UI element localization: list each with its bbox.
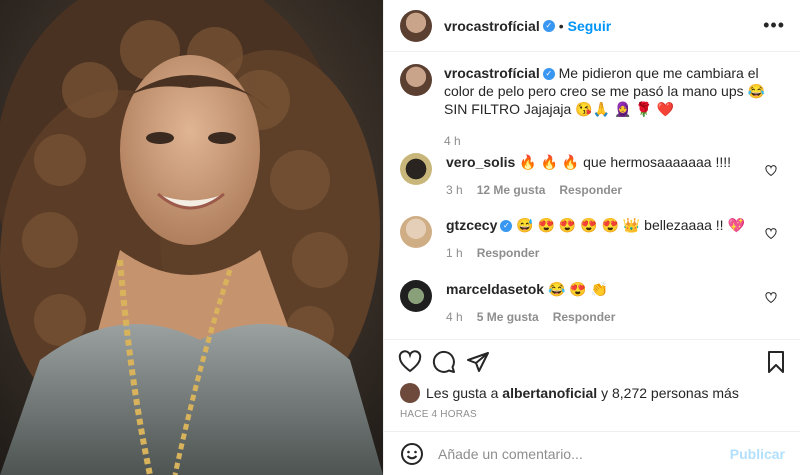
comment-body: vero_solis 🔥 🔥 🔥 que hermosaaaaaaa !!!! … bbox=[446, 153, 766, 197]
comment-time[interactable]: 4 h bbox=[446, 310, 463, 324]
comment-item: vero_solis 🔥 🔥 🔥 que hermosaaaaaaa !!!! … bbox=[400, 153, 785, 197]
add-comment-bar: Publicar bbox=[384, 431, 800, 475]
caption-body: vrocastrofícial ✓ Me pidieron que me camb… bbox=[444, 64, 784, 150]
heart-icon[interactable] bbox=[765, 165, 777, 177]
comment-avatar[interactable] bbox=[400, 216, 432, 248]
instagram-post-modal: vrocastrofícial ✓ • Seguir ••• vrocastro… bbox=[0, 0, 800, 475]
verified-icon: ✓ bbox=[542, 19, 555, 32]
follow-button[interactable]: Seguir bbox=[568, 18, 612, 34]
reply-button[interactable]: Responder bbox=[559, 183, 622, 197]
likes-summary: Les gusta a albertanoficial y 8,272 pers… bbox=[400, 383, 739, 403]
comment-text: 😅 😍 😍 😍 😍 👑 bellezaaaa !! 💖 bbox=[516, 217, 745, 233]
verified-icon: ✓ bbox=[542, 68, 555, 81]
comment-username[interactable]: vero_solis bbox=[446, 154, 515, 170]
heart-icon[interactable] bbox=[765, 292, 777, 304]
author-username[interactable]: vrocastrofícial bbox=[444, 18, 540, 34]
likes-prefix: Les gusta a bbox=[426, 385, 499, 401]
comment-text: 😂 😍 👏 bbox=[547, 281, 609, 297]
reply-button[interactable]: Responder bbox=[553, 310, 616, 324]
liker-username[interactable]: albertanoficial bbox=[502, 385, 597, 401]
comment-body: marceldasetok 😂 😍 👏 4 h 5 Me gusta Respo… bbox=[446, 280, 766, 324]
comment-avatar[interactable] bbox=[400, 153, 432, 185]
comment-username[interactable]: marceldasetok bbox=[446, 281, 544, 297]
like-heart-icon[interactable] bbox=[398, 350, 422, 374]
post-photo[interactable] bbox=[0, 0, 383, 475]
emoji-icon[interactable] bbox=[400, 442, 424, 466]
post-time-ago[interactable]: HACE 4 HORAS bbox=[400, 409, 477, 420]
comment-username[interactable]: gtzcecy bbox=[446, 217, 497, 233]
comment-likes[interactable]: 12 Me gusta bbox=[477, 183, 546, 197]
share-icon[interactable] bbox=[466, 350, 490, 374]
comment-item: gtzcecy ✓ 😅 😍 😍 😍 😍 👑 bellezaaaa !! 💖 1 h… bbox=[400, 216, 785, 260]
comment-text: 🔥 🔥 🔥 que hermosaaaaaaa !!!! bbox=[519, 154, 732, 170]
caption-time[interactable]: 4 h bbox=[444, 132, 784, 150]
bookmark-icon[interactable] bbox=[764, 350, 788, 374]
portrait-image bbox=[0, 0, 383, 475]
post-actions bbox=[384, 339, 800, 383]
comment-input[interactable] bbox=[438, 445, 730, 462]
verified-icon: ✓ bbox=[500, 220, 513, 233]
caption: vrocastrofícial ✓ Me pidieron que me camb… bbox=[400, 64, 785, 150]
liker-avatar[interactable] bbox=[400, 383, 420, 403]
comment-item: marceldasetok 😂 😍 👏 4 h 5 Me gusta Respo… bbox=[400, 280, 785, 324]
likes-suffix[interactable]: y 8,272 personas más bbox=[601, 385, 739, 401]
separator-dot: • bbox=[558, 17, 564, 34]
comment-avatar[interactable] bbox=[400, 280, 432, 312]
comment-time[interactable]: 1 h bbox=[446, 246, 463, 260]
heart-icon[interactable] bbox=[765, 228, 777, 240]
comment-likes[interactable]: 5 Me gusta bbox=[477, 310, 539, 324]
caption-avatar[interactable] bbox=[400, 64, 432, 96]
caption-username[interactable]: vrocastrofícial bbox=[444, 65, 540, 81]
more-icon[interactable]: ••• bbox=[763, 16, 785, 34]
publish-button[interactable]: Publicar bbox=[730, 446, 785, 462]
comment-time[interactable]: 3 h bbox=[446, 183, 463, 197]
post-header: vrocastrofícial ✓ • Seguir ••• bbox=[384, 0, 800, 52]
reply-button[interactable]: Responder bbox=[477, 246, 540, 260]
comment-icon[interactable] bbox=[432, 350, 456, 374]
comment-body: gtzcecy ✓ 😅 😍 😍 😍 😍 👑 bellezaaaa !! 💖 1 h… bbox=[446, 216, 766, 260]
post-details-panel: vrocastrofícial ✓ • Seguir ••• vrocastro… bbox=[383, 0, 800, 475]
author-avatar[interactable] bbox=[400, 9, 432, 42]
